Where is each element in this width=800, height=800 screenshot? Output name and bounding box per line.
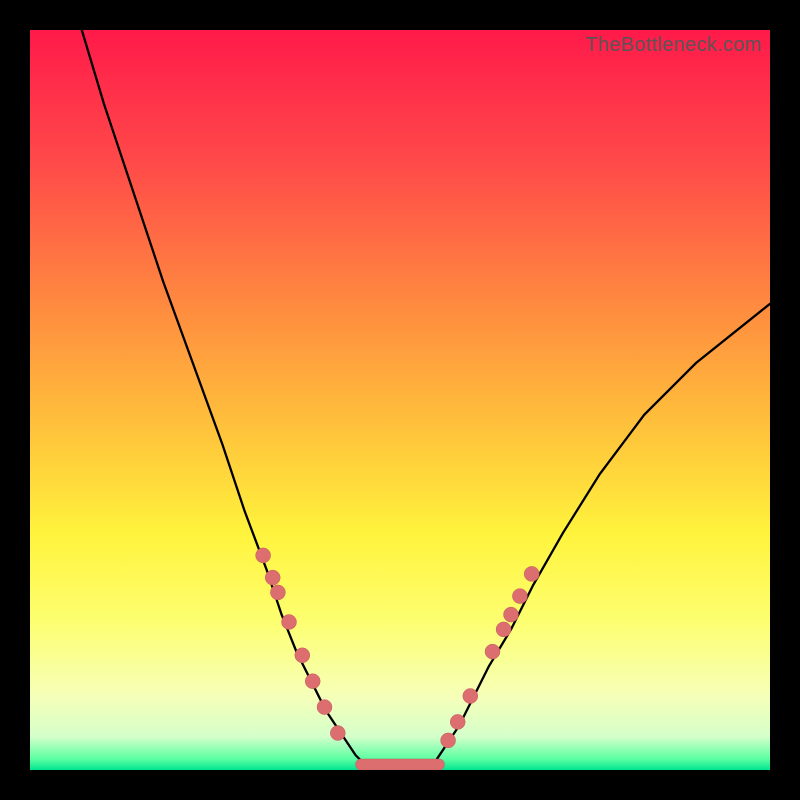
markers-right — [441, 566, 540, 748]
marker-dot — [524, 566, 539, 581]
markers-left — [256, 548, 346, 741]
marker-dot — [512, 589, 527, 604]
marker-dot — [485, 644, 500, 659]
marker-dot — [265, 570, 280, 585]
marker-dot — [450, 714, 465, 729]
marker-dot — [317, 700, 332, 715]
plot-area: TheBottleneck.com — [30, 30, 770, 770]
marker-dot — [270, 585, 285, 600]
chart-frame: TheBottleneck.com — [0, 0, 800, 800]
marker-dot — [305, 674, 320, 689]
curves-layer — [30, 30, 770, 770]
right-curve — [430, 304, 770, 770]
left-curve — [82, 30, 371, 770]
marker-dot — [282, 615, 297, 630]
flat-segment-bar — [356, 759, 445, 770]
marker-dot — [330, 726, 345, 741]
watermark-text: TheBottleneck.com — [586, 34, 762, 57]
marker-dot — [496, 622, 511, 637]
marker-dot — [463, 689, 478, 704]
marker-dot — [256, 548, 271, 563]
marker-dot — [295, 648, 310, 663]
marker-dot — [441, 733, 456, 748]
marker-dot — [504, 607, 519, 622]
